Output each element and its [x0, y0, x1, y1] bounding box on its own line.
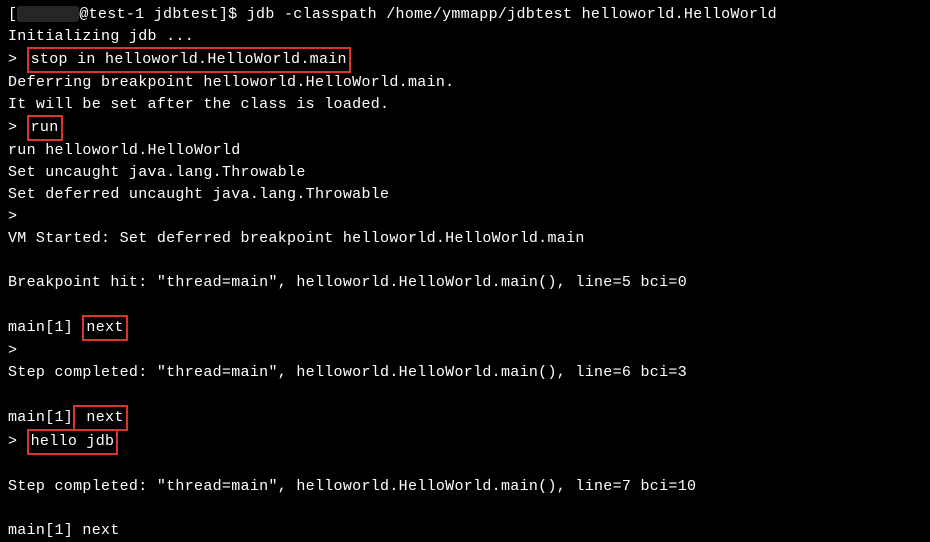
text: Initializing jdb ... [8, 28, 194, 45]
highlighted-command: stop in helloworld.HelloWorld.main [27, 47, 351, 73]
terminal-line [8, 250, 922, 272]
text: > [8, 208, 17, 225]
text: @test-1 jdbtest]$ jdb -classpath /home/y… [79, 6, 777, 23]
terminal-line [8, 384, 922, 406]
text: main[1] next [8, 522, 120, 539]
text: Set deferred uncaught java.lang.Throwabl… [8, 186, 389, 203]
terminal-line: VM Started: Set deferred breakpoint hell… [8, 228, 922, 250]
text: run helloworld.HelloWorld [8, 142, 241, 159]
highlighted-command: run [27, 115, 63, 141]
highlighted-command: next [73, 405, 128, 431]
terminal-line: Set deferred uncaught java.lang.Throwabl… [8, 184, 922, 206]
terminal-line[interactable]: main[1] next [8, 316, 922, 340]
prompt: > [8, 51, 27, 68]
terminal-line [8, 498, 922, 520]
text: It will be set after the class is loaded… [8, 96, 389, 113]
terminal-line: It will be set after the class is loaded… [8, 94, 922, 116]
terminal-line[interactable]: > hello jdb [8, 430, 922, 454]
terminal-line[interactable]: > stop in helloworld.HelloWorld.main [8, 48, 922, 72]
terminal-line: run helloworld.HelloWorld [8, 140, 922, 162]
redacted-user [17, 6, 79, 22]
highlighted-command: next [82, 315, 127, 341]
terminal-line [8, 454, 922, 476]
terminal-line[interactable]: > run [8, 116, 922, 140]
terminal-line: > [8, 340, 922, 362]
terminal-line: Step completed: "thread=main", helloworl… [8, 476, 922, 498]
terminal-line: Step completed: "thread=main", helloworl… [8, 362, 922, 384]
terminal-line[interactable]: [ @test-1 jdbtest]$ jdb -classpath /home/… [8, 4, 922, 26]
terminal-line: Initializing jdb ... [8, 26, 922, 48]
terminal-line [8, 294, 922, 316]
text: VM Started: Set deferred breakpoint hell… [8, 230, 585, 247]
prompt: > [8, 433, 27, 450]
text: > [8, 342, 17, 359]
text: [ [8, 6, 17, 23]
terminal-line: > [8, 206, 922, 228]
highlighted-output: hello jdb [27, 429, 119, 455]
text: Set uncaught java.lang.Throwable [8, 164, 306, 181]
text: Step completed: "thread=main", helloworl… [8, 364, 687, 381]
prompt: main[1] [8, 319, 82, 336]
terminal-line: Breakpoint hit: "thread=main", helloworl… [8, 272, 922, 294]
prompt: > [8, 119, 27, 136]
text: Deferring breakpoint helloworld.HelloWor… [8, 74, 454, 91]
prompt: main[1] [8, 409, 73, 426]
text: Step completed: "thread=main", helloworl… [8, 478, 696, 495]
text: Breakpoint hit: "thread=main", helloworl… [8, 274, 687, 291]
terminal-line[interactable]: main[1] next [8, 406, 922, 430]
terminal-line: Set uncaught java.lang.Throwable [8, 162, 922, 184]
terminal-line: Deferring breakpoint helloworld.HelloWor… [8, 72, 922, 94]
